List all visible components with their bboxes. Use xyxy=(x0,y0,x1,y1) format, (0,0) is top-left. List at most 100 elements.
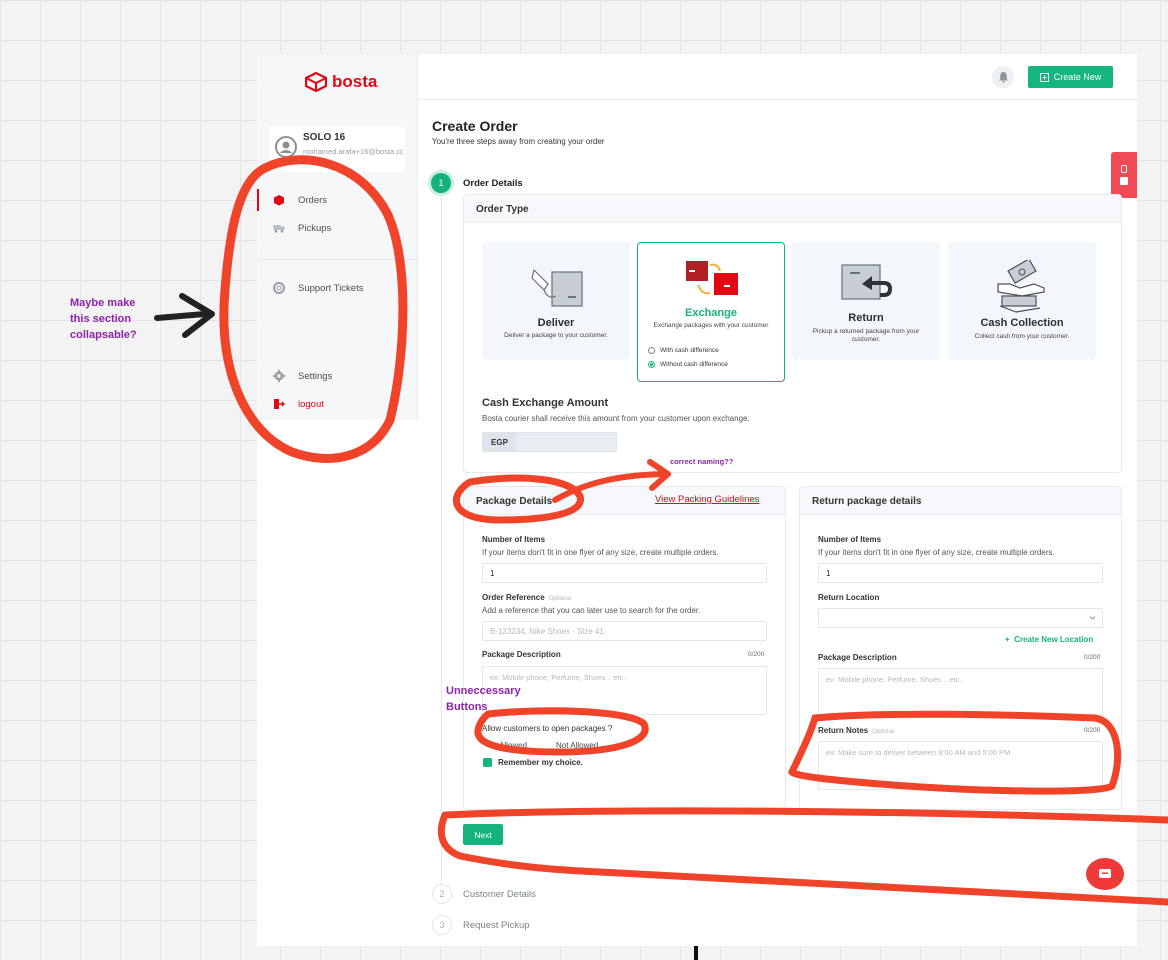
return-details-header: Return package details xyxy=(800,487,1121,515)
naming-annotation: correct naming?? xyxy=(670,457,734,466)
cash-collection-icon xyxy=(997,260,1045,313)
sidebar-item-label: Orders xyxy=(298,194,328,206)
step-3-label[interactable]: Request Pickup xyxy=(463,920,530,931)
avatar-icon xyxy=(275,136,297,158)
return-notes-label: Return Notes Optional xyxy=(818,726,895,735)
step-1-label[interactable]: Order Details xyxy=(463,178,523,189)
feedback-side-tab[interactable] xyxy=(1111,152,1137,198)
annotation-line: Buttons xyxy=(446,701,488,713)
page-subtitle: You're three steps away from creating yo… xyxy=(432,137,605,146)
page-title: Create Order xyxy=(432,118,518,134)
feedback-icon xyxy=(1121,165,1127,173)
logout-icon xyxy=(274,399,285,409)
sidebar-item-label: logout xyxy=(298,398,324,410)
buttons-annotation: Unneccessary Buttons xyxy=(446,683,521,715)
brand-name: bosta xyxy=(332,72,378,91)
box-small-icon xyxy=(1120,177,1128,185)
radio-button-selected[interactable] xyxy=(648,361,655,368)
tile-title: Deliver xyxy=(537,317,575,329)
notifications-button[interactable] xyxy=(992,66,1014,88)
sidebar-divider xyxy=(257,259,417,260)
tile-desc: Pickup a returned package from your cust… xyxy=(812,328,920,343)
package-description-input[interactable]: ex: Mobile phone, Perfume, Shoes .. etc. xyxy=(482,666,767,715)
tile-desc: Exchange packages with your customer xyxy=(653,322,769,329)
optional-tag: Optional xyxy=(548,596,572,602)
bosta-logo-icon xyxy=(305,72,327,92)
sidebar-item-orders[interactable]: Orders xyxy=(257,189,417,211)
sidebar-item-label: Settings xyxy=(298,370,333,382)
radio-without-cash[interactable]: Without cash difference xyxy=(648,361,728,368)
return-description-input[interactable]: ex: Mobile phone, Perfume, Shoes .. etc. xyxy=(818,668,1103,717)
order-type-exchange[interactable]: Exchange Exchange packages with your cus… xyxy=(637,242,785,382)
canvas-connector xyxy=(694,946,698,960)
package-details-title: Package Details xyxy=(476,496,553,507)
radio-with-cash[interactable]: With cash difference xyxy=(648,347,719,354)
plus-square-icon xyxy=(1039,72,1049,82)
remember-checkbox[interactable] xyxy=(483,758,492,767)
create-new-location-link[interactable]: + Create New Location xyxy=(1005,635,1093,644)
chevron-down-icon xyxy=(1089,616,1096,620)
optional-tag: Optional xyxy=(872,729,895,735)
brand-logo[interactable]: bosta xyxy=(305,72,377,92)
sidebar: bosta SOLO 16 mohamed.arafa+16@bosta.co … xyxy=(257,54,418,420)
box-icon xyxy=(274,195,284,206)
package-description-label: Package Description xyxy=(482,650,561,659)
order-type-header: Order Type xyxy=(464,195,1121,223)
deliver-icon xyxy=(531,268,583,307)
sidebar-item-logout[interactable]: logout xyxy=(257,393,417,415)
return-description-label: Package Description xyxy=(818,653,897,662)
order-type-return[interactable]: Return Pickup a returned package from yo… xyxy=(792,242,940,360)
step-2-label[interactable]: Customer Details xyxy=(463,889,536,900)
profile-name: SOLO 16 xyxy=(303,132,346,143)
return-items-input[interactable]: 1 xyxy=(818,563,1103,583)
order-reference-label-text: Order Reference xyxy=(482,593,545,602)
next-button[interactable]: Next xyxy=(463,824,503,845)
step-2-indicator: 2 xyxy=(432,884,452,904)
create-new-button[interactable]: Create New xyxy=(1028,66,1113,88)
annotation-line: Unneccessary xyxy=(446,685,521,697)
open-option-allowed[interactable]: Allowed xyxy=(499,741,527,750)
order-type-cash-collection[interactable]: Cash Collection Collect cash from your c… xyxy=(948,242,1096,360)
cash-exchange-title: Cash Exchange Amount xyxy=(482,397,609,409)
profile-card[interactable]: SOLO 16 mohamed.arafa+16@bosta.co xyxy=(269,126,405,172)
radio-label: Without cash difference xyxy=(660,361,728,368)
lifebuoy-icon xyxy=(273,282,285,294)
return-notes-input[interactable]: ex: Make sure to deliver between 9:00 AM… xyxy=(818,741,1103,790)
items-label: Number of Items xyxy=(482,535,546,544)
return-location-select[interactable] xyxy=(818,608,1103,628)
bell-icon xyxy=(998,72,1008,83)
truck-icon xyxy=(273,225,285,233)
gear-icon xyxy=(273,370,285,382)
sidebar-item-pickups[interactable]: Pickups xyxy=(257,217,417,239)
app-window: bosta SOLO 16 mohamed.arafa+16@bosta.co … xyxy=(257,54,1137,946)
tile-desc: Deliver a package to your customer. xyxy=(504,332,608,339)
chat-widget-button[interactable] xyxy=(1086,858,1124,890)
radio-label: With cash difference xyxy=(660,347,719,354)
open-option-not-allowed[interactable]: Not Allowed xyxy=(556,741,598,750)
package-description-counter: 0/200 xyxy=(748,651,765,658)
step-3-indicator: 3 xyxy=(432,915,452,935)
collapse-arrow-mark xyxy=(154,293,215,338)
sidebar-item-settings[interactable]: Settings xyxy=(257,365,417,387)
cash-exchange-amount-input[interactable]: EGP xyxy=(482,432,617,452)
cash-exchange-help: Bosta courier shall receive this amount … xyxy=(482,414,750,423)
items-input[interactable]: 1 xyxy=(482,563,767,583)
currency-label: EGP xyxy=(483,433,516,451)
order-reference-input[interactable]: B-123234, Nike Shoes - Size 41. xyxy=(482,621,767,641)
return-notes-counter: 0/200 xyxy=(1084,727,1101,734)
remember-label: Remember my choice. xyxy=(498,758,583,767)
sidebar-item-support[interactable]: Support Tickets xyxy=(257,277,417,299)
exchange-icon xyxy=(686,261,738,295)
return-items-help: If your items don't fit in one flyer of … xyxy=(818,548,1055,557)
stepper-line xyxy=(441,194,442,886)
items-help: If your items don't fit in one flyer of … xyxy=(482,548,719,557)
order-type-deliver[interactable]: Deliver Deliver a package to your custom… xyxy=(482,242,630,360)
annotation-line: this section xyxy=(70,313,132,325)
step-1-indicator: 1 xyxy=(431,173,451,193)
return-location-label: Return Location xyxy=(818,593,880,602)
create-new-location-label: Create New Location xyxy=(1014,635,1094,644)
tile-title: Return xyxy=(848,312,884,324)
radio-button[interactable] xyxy=(648,347,655,354)
packing-guidelines-link[interactable]: View Packing Guidelines xyxy=(655,494,759,505)
return-notes-label-text: Return Notes xyxy=(818,726,869,735)
